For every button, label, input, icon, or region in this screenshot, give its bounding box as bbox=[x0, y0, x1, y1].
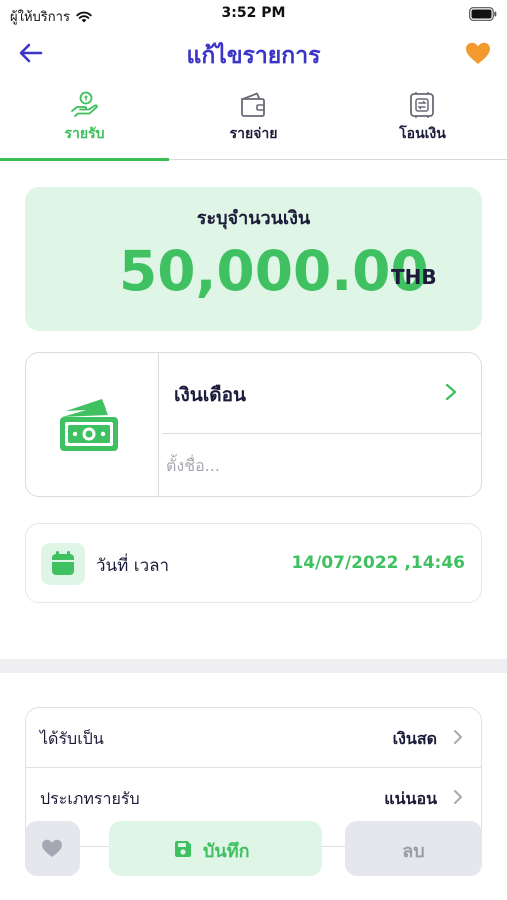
amount-currency: THB bbox=[391, 265, 437, 289]
tab-expense[interactable]: รายจ่าย bbox=[169, 86, 338, 159]
type-tabs: รายรับ รายจ่าย โอนเงิน bbox=[0, 86, 507, 161]
transfer-icon bbox=[410, 92, 434, 118]
amount-value[interactable]: 50,000.00 bbox=[119, 239, 429, 303]
tab-transfer-label: โอนเงิน bbox=[399, 126, 446, 142]
save-button[interactable]: บันทึก bbox=[109, 821, 322, 876]
datetime-value[interactable]: 14/07/2022 ,14:46 bbox=[291, 553, 465, 573]
favorite-button[interactable] bbox=[25, 821, 80, 876]
detail-label: ได้รับเป็น bbox=[40, 729, 104, 748]
income-icon bbox=[71, 91, 98, 117]
chevron-right-icon bbox=[454, 730, 462, 744]
amount-card[interactable]: ระบุจำนวนเงิน 50,000.00 THB bbox=[25, 187, 482, 331]
note-input[interactable] bbox=[166, 451, 466, 479]
detail-row-received-as[interactable]: ได้รับเป็น เงินสด bbox=[26, 708, 481, 768]
save-icon bbox=[175, 841, 191, 857]
chevron-right-icon[interactable] bbox=[441, 382, 461, 402]
page-title: แก้ไขรายการ bbox=[186, 43, 321, 69]
category-icon-box[interactable] bbox=[26, 353, 159, 496]
datetime-label: วันที่ เวลา bbox=[96, 556, 170, 576]
status-bar: ผู้ให้บริการ 3:52 PM bbox=[0, 0, 507, 28]
money-icon bbox=[60, 399, 118, 451]
detail-value: แน่นอน bbox=[384, 789, 437, 808]
tab-expense-label: รายจ่าย bbox=[229, 126, 278, 142]
detail-label: ประเภทรายรับ bbox=[40, 789, 140, 808]
detail-value: เงินสด bbox=[392, 729, 437, 748]
status-time: 3:52 PM bbox=[221, 5, 286, 21]
wallet-icon bbox=[241, 92, 265, 117]
save-label: บันทึก bbox=[203, 841, 250, 862]
section-divider bbox=[0, 659, 507, 673]
tab-income-label: รายรับ bbox=[64, 126, 105, 142]
category-card: เงินเดือน bbox=[25, 352, 482, 497]
delete-label: ลบ bbox=[402, 841, 425, 862]
heart-icon bbox=[42, 839, 62, 857]
nav-bar: แก้ไขรายการ bbox=[0, 30, 507, 76]
heart-icon[interactable] bbox=[463, 38, 493, 68]
amount-label: ระบุจำนวนเงิน bbox=[196, 208, 311, 229]
datetime-icon-box bbox=[41, 543, 85, 585]
calendar-icon bbox=[52, 551, 74, 575]
detail-row-income-type[interactable]: ประเภทรายรับ แน่นอน bbox=[26, 768, 481, 828]
delete-button[interactable]: ลบ bbox=[345, 821, 482, 876]
divider bbox=[162, 433, 482, 434]
chevron-right-icon bbox=[454, 790, 462, 804]
tab-income[interactable]: รายรับ bbox=[0, 86, 169, 161]
tab-transfer[interactable]: โอนเงิน bbox=[338, 86, 507, 159]
category-name[interactable]: เงินเดือน bbox=[174, 380, 246, 410]
battery-icon bbox=[469, 7, 497, 21]
datetime-card[interactable]: วันที่ เวลา 14/07/2022 ,14:46 bbox=[25, 523, 482, 603]
